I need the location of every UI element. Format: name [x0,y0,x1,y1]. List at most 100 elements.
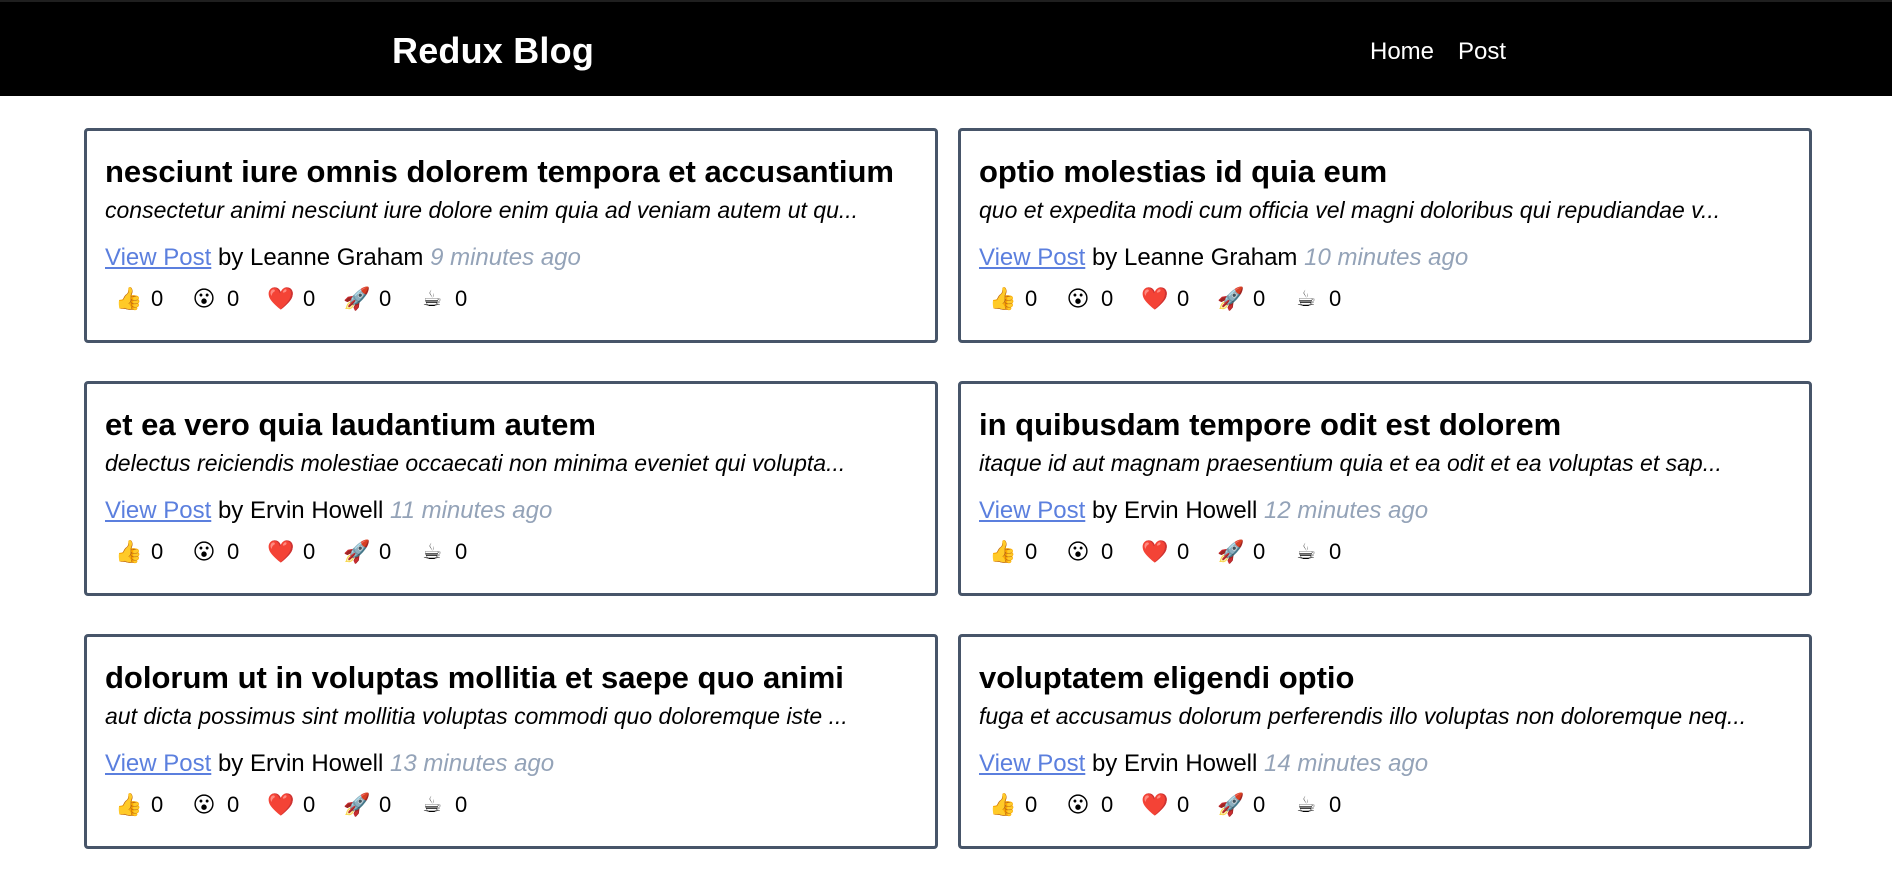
coffee-reaction-button[interactable]: ☕ 0 [409,285,485,313]
reaction-count: 0 [1177,286,1190,311]
heart-icon: ❤️ [1141,539,1169,564]
post-title: nesciunt iure omnis dolorem tempora et a… [105,154,894,189]
post-excerpt: quo et expedita modi cum officia vel mag… [979,197,1721,223]
reaction-count: 0 [1329,539,1342,564]
coffee-icon: ☕ [1296,792,1316,817]
coffee-reaction-button[interactable]: ☕ 0 [409,791,485,819]
reaction-count: 0 [1025,792,1038,817]
thumbs-up-reaction-button[interactable]: 👍 0 [105,791,181,819]
reaction-count: 0 [227,792,240,817]
post-list: nesciunt iure omnis dolorem tempora et a… [84,128,1812,849]
view-post-link[interactable]: View Post [105,497,211,524]
coffee-reaction-button[interactable]: ☕ 0 [1283,538,1359,566]
wow-reaction-button[interactable]: 😮 0 [1055,538,1131,566]
post-excerpt: aut dicta possimus sint mollitia volupta… [105,703,848,729]
heart-icon: ❤️ [267,792,295,817]
reaction-count: 0 [1101,286,1114,311]
coffee-reaction-button[interactable]: ☕ 0 [409,538,485,566]
rocket-icon: 🚀 [343,792,371,817]
post-timestamp: 9 minutes ago [430,244,581,271]
view-post-link[interactable]: View Post [979,750,1085,777]
heart-reaction-button[interactable]: ❤️ 0 [1131,538,1207,566]
reaction-count: 0 [227,539,240,564]
wow-reaction-button[interactable]: 😮 0 [1055,791,1131,819]
reaction-count: 0 [151,286,164,311]
heart-icon: ❤️ [267,539,295,564]
wow-reaction-button[interactable]: 😮 0 [1055,285,1131,313]
coffee-reaction-button[interactable]: ☕ 0 [1283,791,1359,819]
reaction-count: 0 [1329,792,1342,817]
rocket-reaction-button[interactable]: 🚀 0 [1207,538,1283,566]
post-title: et ea vero quia laudantium autem [105,407,596,442]
nav-post-link[interactable]: Post [1458,38,1506,66]
reaction-count: 0 [1329,286,1342,311]
heart-reaction-button[interactable]: ❤️ 0 [257,285,333,313]
wow-icon: 😮 [1066,792,1090,817]
rocket-reaction-button[interactable]: 🚀 0 [1207,791,1283,819]
post-title: dolorum ut in voluptas mollitia et saepe… [105,660,844,695]
wow-reaction-button[interactable]: 😮 0 [181,285,257,313]
thumbs-up-reaction-button[interactable]: 👍 0 [105,285,181,313]
rocket-reaction-button[interactable]: 🚀 0 [1207,285,1283,313]
reaction-count: 0 [1025,286,1038,311]
rocket-icon: 🚀 [1217,539,1245,564]
post-author: by Ervin Howell [217,497,384,524]
heart-reaction-button[interactable]: ❤️ 0 [257,538,333,566]
post-card: in quibusdam tempore odit est dolorem ita… [958,381,1812,596]
reaction-count: 0 [379,286,392,311]
wow-icon: 😮 [192,286,216,311]
rocket-icon: 🚀 [1217,792,1245,817]
reaction-buttons: 👍 0 😮 0 ❤️ 0 🚀 0 ☕ 0 [979,538,1791,566]
thumbs-up-reaction-button[interactable]: 👍 0 [979,791,1055,819]
coffee-icon: ☕ [422,286,442,311]
heart-reaction-button[interactable]: ❤️ 0 [257,791,333,819]
thumbs-up-icon: 👍 [115,539,143,564]
rocket-icon: 🚀 [1217,286,1245,311]
thumbs-up-icon: 👍 [989,539,1017,564]
post-meta: View Post by Ervin Howell 14 minutes ago [979,749,1791,779]
wow-reaction-button[interactable]: 😮 0 [181,791,257,819]
reaction-buttons: 👍 0 😮 0 ❤️ 0 🚀 0 ☕ 0 [105,538,917,566]
thumbs-up-icon: 👍 [115,792,143,817]
reaction-buttons: 👍 0 😮 0 ❤️ 0 🚀 0 ☕ 0 [105,791,917,819]
view-post-link[interactable]: View Post [979,497,1085,524]
heart-reaction-button[interactable]: ❤️ 0 [1131,791,1207,819]
reaction-count: 0 [455,286,468,311]
post-author: by Ervin Howell [217,750,384,777]
coffee-icon: ☕ [1296,539,1316,564]
heart-reaction-button[interactable]: ❤️ 0 [1131,285,1207,313]
reaction-count: 0 [303,792,316,817]
rocket-reaction-button[interactable]: 🚀 0 [333,538,409,566]
post-card: voluptatem eligendi optio fuga et accusam… [958,634,1812,849]
thumbs-up-reaction-button[interactable]: 👍 0 [105,538,181,566]
rocket-reaction-button[interactable]: 🚀 0 [333,285,409,313]
wow-icon: 😮 [192,792,216,817]
site-header: Redux Blog Home Post [0,0,1892,96]
reaction-count: 0 [1253,792,1266,817]
reaction-count: 0 [1253,539,1266,564]
rocket-reaction-button[interactable]: 🚀 0 [333,791,409,819]
post-title: optio molestias id quia eum [979,154,1388,189]
post-timestamp: 12 minutes ago [1264,497,1429,524]
rocket-icon: 🚀 [343,539,371,564]
post-meta: View Post by Leanne Graham 9 minutes ago [105,243,917,273]
wow-icon: 😮 [192,539,216,564]
wow-icon: 😮 [1066,286,1090,311]
view-post-link[interactable]: View Post [105,244,211,271]
view-post-link[interactable]: View Post [979,244,1085,271]
reaction-buttons: 👍 0 😮 0 ❤️ 0 🚀 0 ☕ 0 [979,285,1791,313]
thumbs-up-reaction-button[interactable]: 👍 0 [979,285,1055,313]
reaction-count: 0 [1253,286,1266,311]
wow-reaction-button[interactable]: 😮 0 [181,538,257,566]
reaction-count: 0 [455,539,468,564]
thumbs-up-icon: 👍 [989,792,1017,817]
coffee-reaction-button[interactable]: ☕ 0 [1283,285,1359,313]
heart-icon: ❤️ [1141,286,1169,311]
reaction-count: 0 [1101,539,1114,564]
post-card: optio molestias id quia eum quo et expedi… [958,128,1812,343]
reaction-count: 0 [303,286,316,311]
nav-home-link[interactable]: Home [1370,38,1434,66]
thumbs-up-reaction-button[interactable]: 👍 0 [979,538,1055,566]
view-post-link[interactable]: View Post [105,750,211,777]
reaction-count: 0 [379,539,392,564]
